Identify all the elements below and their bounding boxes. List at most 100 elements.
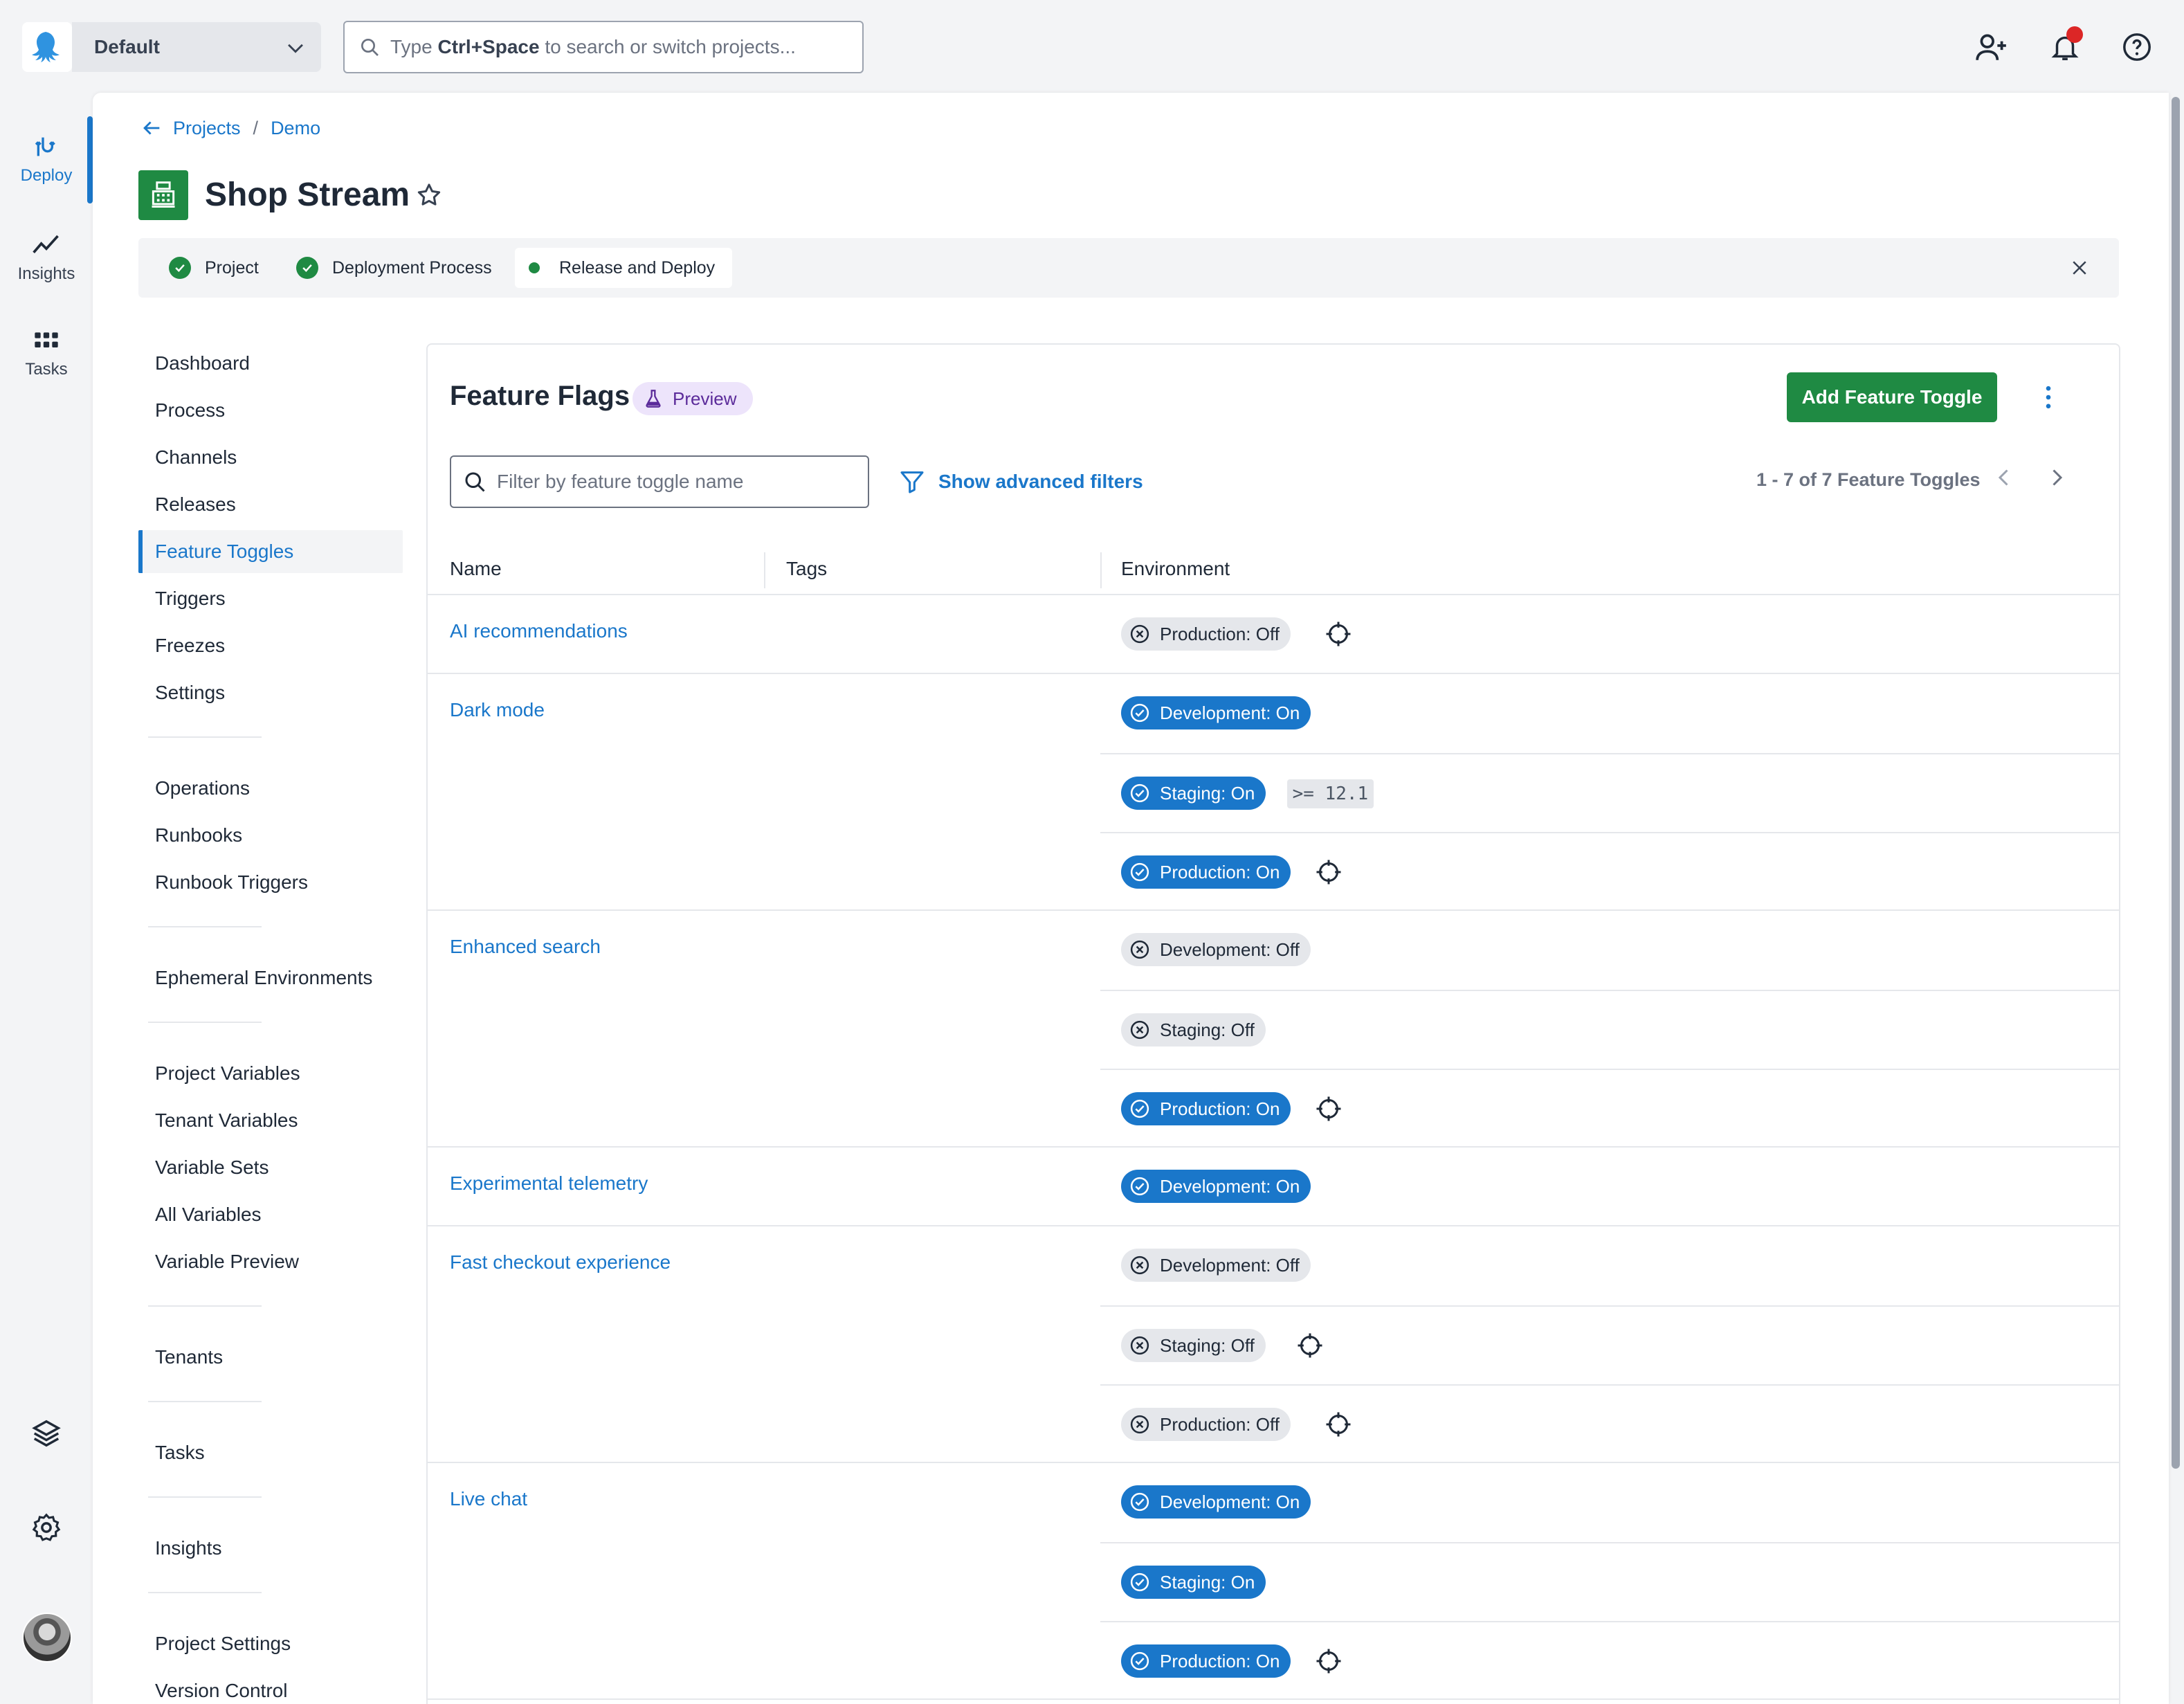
nav-process[interactable]: Process — [138, 389, 403, 432]
rail-active-indicator — [87, 116, 93, 203]
environment-status-on-chip[interactable]: Staging: On — [1121, 777, 1266, 810]
preview-badge: Preview — [633, 382, 754, 415]
crosshair-icon[interactable] — [1296, 1332, 1324, 1359]
step-project[interactable]: Project — [169, 238, 259, 298]
x-circle-icon — [1129, 1019, 1150, 1040]
arrow-left-icon[interactable] — [140, 116, 163, 140]
invite-user-icon[interactable] — [1974, 29, 2010, 65]
more-vertical-icon[interactable] — [2033, 382, 2064, 416]
breadcrumb-projects[interactable]: Projects — [173, 118, 241, 139]
crosshair-icon[interactable] — [1315, 1647, 1343, 1675]
nav-divider — [148, 736, 262, 738]
layers-icon[interactable] — [28, 1415, 65, 1452]
close-icon[interactable] — [2069, 257, 2090, 282]
environment-status-off-chip[interactable]: Development: Off — [1121, 1249, 1311, 1282]
environment-status-off-chip[interactable]: Production: Off — [1121, 1408, 1291, 1441]
global-search-input[interactable]: Type Ctrl+Space to search or switch proj… — [343, 21, 864, 73]
environment-status-on-chip[interactable]: Production: On — [1121, 855, 1291, 889]
toggle-name-link[interactable]: Enhanced search — [450, 936, 601, 958]
scrollbar[interactable] — [2172, 97, 2180, 1469]
nav-ephemeral-environments[interactable]: Ephemeral Environments — [138, 957, 403, 999]
crosshair-icon[interactable] — [1325, 620, 1352, 648]
environment-status-off-chip[interactable]: Production: Off — [1121, 617, 1291, 651]
toggle-filter-field[interactable] — [450, 455, 869, 508]
toggle-name-link[interactable]: Fast checkout experience — [450, 1251, 671, 1274]
star-icon[interactable] — [415, 181, 443, 212]
nav-divider — [148, 1592, 262, 1593]
environment-status-off-chip[interactable]: Staging: Off — [1121, 1329, 1266, 1362]
help-icon[interactable] — [2119, 29, 2155, 65]
nav-tenants[interactable]: Tenants — [138, 1336, 403, 1379]
nav-divider — [148, 1305, 262, 1307]
check-circle-icon — [296, 257, 318, 279]
main-panel: Projects / Demo Shop Stream Project Depl… — [93, 93, 2169, 1704]
nav-tenant-variables[interactable]: Tenant Variables — [138, 1099, 403, 1142]
environment-status-on-chip[interactable]: Development: On — [1121, 1170, 1311, 1203]
toggle-name-link[interactable]: Experimental telemetry — [450, 1172, 648, 1195]
current-step-dot — [529, 262, 540, 273]
avatar[interactable] — [22, 1613, 72, 1662]
nav-version-control[interactable]: Version Control — [138, 1669, 403, 1704]
toggle-name-link[interactable]: Dark mode — [450, 699, 545, 721]
nav-variable-sets[interactable]: Variable Sets — [138, 1146, 403, 1189]
show-advanced-filters-link[interactable]: Show advanced filters — [898, 468, 1143, 496]
nav-project-variables[interactable]: Project Variables — [138, 1052, 403, 1095]
environment-status-on-chip[interactable]: Production: On — [1121, 1092, 1291, 1125]
toggle-name-link[interactable]: Live chat — [450, 1488, 527, 1510]
crosshair-icon[interactable] — [1325, 1411, 1352, 1438]
environment-status-off-chip[interactable]: Staging: Off — [1121, 1013, 1266, 1046]
search-icon — [361, 39, 379, 56]
environment-status-on-chip[interactable]: Production: On — [1121, 1644, 1291, 1678]
nav-triggers[interactable]: Triggers — [138, 577, 403, 620]
rail-deploy[interactable]: Deploy — [0, 118, 93, 201]
nav-project-settings[interactable]: Project Settings — [138, 1622, 403, 1665]
nav-freezes[interactable]: Freezes — [138, 624, 403, 667]
nav-settings[interactable]: Settings — [138, 671, 403, 714]
octopus-logo-icon[interactable] — [22, 22, 72, 72]
nav-releases[interactable]: Releases — [138, 483, 403, 526]
x-circle-icon — [1129, 624, 1150, 644]
crosshair-icon[interactable] — [1315, 858, 1343, 886]
environment-status-label: Production: Off — [1160, 623, 1280, 644]
nav-variable-preview[interactable]: Variable Preview — [138, 1240, 403, 1283]
nav-all-variables[interactable]: All Variables — [138, 1193, 403, 1236]
chevron-down-icon — [288, 44, 303, 53]
environment-status-on-chip[interactable]: Staging: On — [1121, 1566, 1266, 1599]
environment-row: Production: Off — [1100, 595, 2119, 674]
toggle-name-link[interactable]: AI recommendations — [450, 620, 628, 642]
x-circle-icon — [1129, 1414, 1150, 1435]
toggle-row: Experimental telemetry Development: On — [428, 1148, 2119, 1226]
nav-operations[interactable]: Operations — [138, 767, 403, 810]
environment-row: Production: Off — [1100, 1384, 2119, 1463]
environment-status-on-chip[interactable]: Development: On — [1121, 1485, 1311, 1519]
nav-insights[interactable]: Insights — [138, 1527, 403, 1570]
column-divider — [1100, 552, 1102, 588]
environment-status-on-chip[interactable]: Development: On — [1121, 696, 1311, 729]
gear-icon[interactable] — [28, 1509, 65, 1546]
environment-row: Production: On — [1100, 832, 2119, 911]
nav-channels[interactable]: Channels — [138, 436, 403, 479]
rail-tasks[interactable]: Tasks — [0, 311, 93, 395]
toggle-filter-input[interactable] — [497, 471, 857, 493]
chevron-right-icon[interactable] — [2044, 465, 2069, 493]
crosshair-icon[interactable] — [1315, 1095, 1343, 1123]
check-circle-icon — [1129, 1098, 1150, 1119]
nav-dashboard[interactable]: Dashboard — [138, 342, 403, 385]
column-tags: Tags — [786, 558, 828, 579]
cash-register-icon — [138, 170, 188, 220]
column-environment: Environment — [1121, 558, 1230, 579]
add-feature-toggle-button[interactable]: Add Feature Toggle — [1787, 372, 1997, 422]
nav-runbooks[interactable]: Runbooks — [138, 814, 403, 857]
step-deployment-process[interactable]: Deployment Process — [296, 238, 492, 298]
step-release-and-deploy[interactable]: Release and Deploy — [523, 238, 715, 298]
environment-status-off-chip[interactable]: Development: Off — [1121, 933, 1311, 966]
nav-tasks[interactable]: Tasks — [138, 1431, 403, 1474]
chevron-left-icon[interactable] — [1992, 465, 2017, 493]
breadcrumb-demo[interactable]: Demo — [271, 118, 320, 139]
space-selector[interactable]: Default — [72, 22, 321, 72]
environment-status-label: Production: Off — [1160, 1413, 1280, 1435]
rail-insights[interactable]: Insights — [0, 215, 93, 298]
nav-feature-toggles[interactable]: Feature Toggles — [138, 530, 403, 573]
nav-runbook-triggers[interactable]: Runbook Triggers — [138, 861, 403, 904]
toggle-row: Live chat Development: On Staging: On Produ… — [428, 1463, 2119, 1700]
